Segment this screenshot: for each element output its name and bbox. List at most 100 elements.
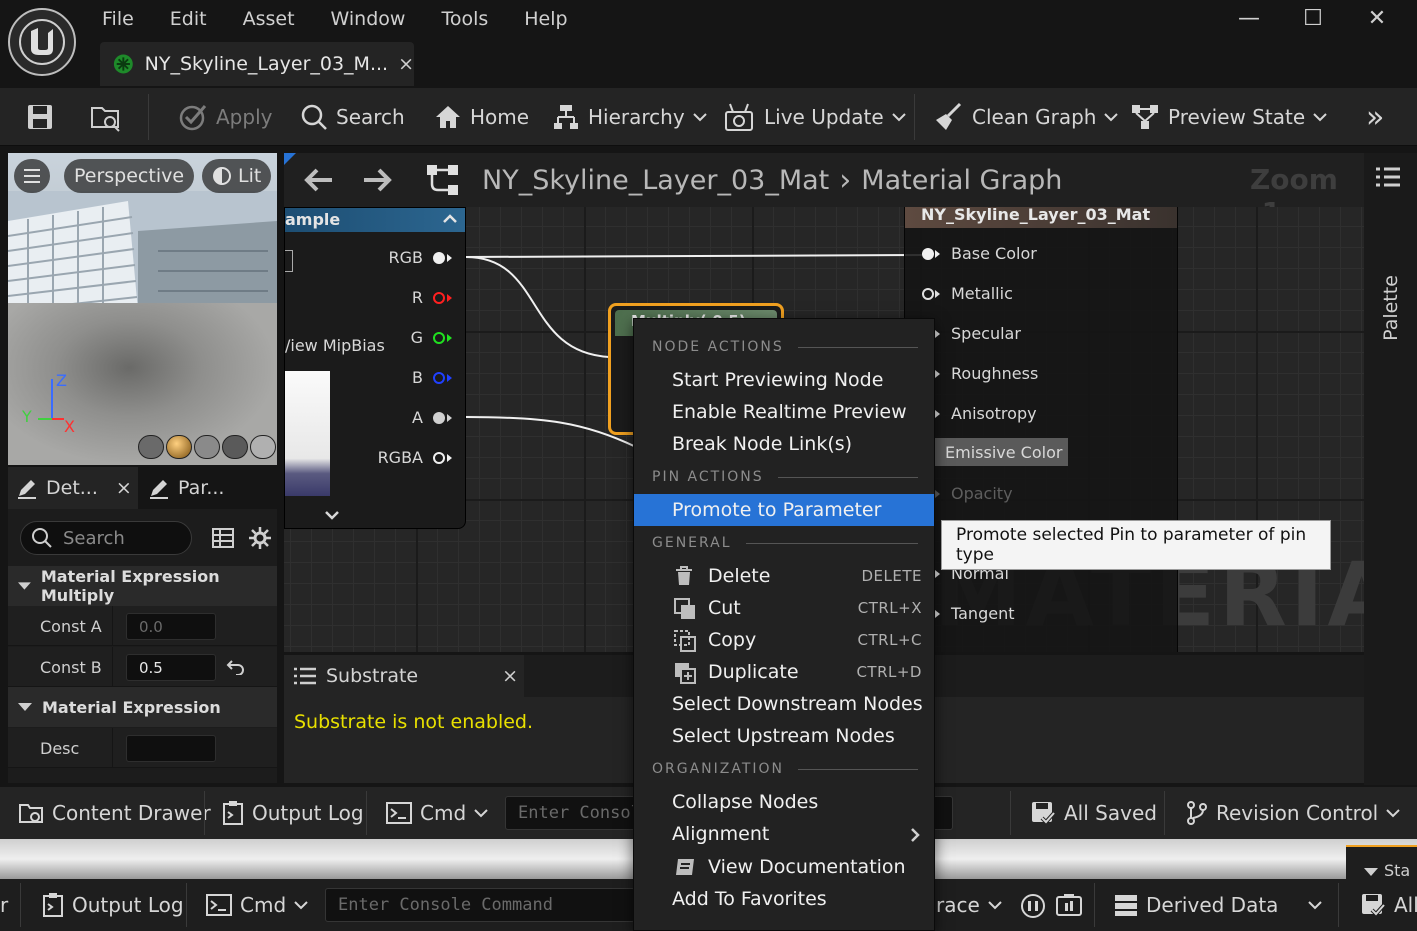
plane-mesh-icon[interactable] [194, 435, 220, 459]
menu-alignment[interactable]: Alignment [634, 818, 934, 850]
trace-record-icon[interactable] [1020, 893, 1046, 919]
preview-viewport[interactable]: Perspective Lit Z X Y [8, 153, 277, 465]
menu-file[interactable]: File [84, 8, 152, 30]
substrate-tab-close[interactable]: × [502, 665, 518, 687]
menu-duplicate[interactable]: Duplicate CTRL+D [634, 656, 934, 688]
cylinder-mesh-icon[interactable] [138, 435, 164, 459]
pin-specular[interactable]: Specular [921, 324, 1021, 343]
preview-state-dropdown[interactable]: Preview State [1130, 88, 1327, 146]
hierarchy-dropdown[interactable]: Hierarchy [552, 88, 707, 146]
palette-list-icon[interactable] [1376, 167, 1400, 187]
content-drawer-button[interactable]: Content Drawer [18, 787, 211, 839]
menu-cut[interactable]: Cut CTRL+X [634, 592, 934, 624]
apply-button[interactable]: Apply [178, 88, 272, 146]
sphere-mesh-icon[interactable] [166, 435, 192, 459]
lit-button[interactable]: Lit [202, 159, 272, 193]
substrate-warning: Substrate is not enabled. [294, 711, 534, 733]
tab-parameters[interactable]: Par... [148, 467, 224, 509]
menu-select-downstream-nodes[interactable]: Select Downstream Nodes [634, 688, 934, 720]
save-button[interactable] [26, 88, 54, 146]
menu-select-upstream-nodes[interactable]: Select Upstream Nodes [634, 720, 934, 752]
category-material-expression[interactable]: Material Expression [8, 687, 277, 727]
perspective-button[interactable]: Perspective [64, 159, 195, 193]
main-cmd-dropdown[interactable]: Cmd [206, 879, 308, 931]
menu-add-to-favorites[interactable]: Add To Favorites [634, 883, 934, 915]
derived-data-dropdown[interactable]: Derived Data [1114, 879, 1323, 931]
close-window-button[interactable]: ✕ [1345, 6, 1409, 31]
pin-r[interactable]: R [412, 288, 453, 307]
cube-mesh-icon[interactable] [222, 435, 248, 459]
home-button[interactable]: Home [434, 88, 529, 146]
pin-rgba[interactable]: RGBA [378, 448, 453, 467]
table-view-icon[interactable] [212, 527, 234, 549]
texture-node-header[interactable]: ample [285, 208, 465, 232]
list-icon [294, 667, 316, 685]
reset-to-default-icon[interactable] [226, 659, 246, 675]
minimize-button[interactable]: — [1217, 6, 1281, 31]
document-tab[interactable]: NY_Skyline_Layer_03_M... × [100, 42, 414, 86]
clean-graph-dropdown[interactable]: Clean Graph [934, 88, 1119, 146]
main-output-log-button[interactable]: Output Log [42, 879, 184, 931]
menu-start-previewing-node[interactable]: Start Previewing Node [634, 364, 934, 396]
live-update-dropdown[interactable]: Live Update [724, 88, 906, 146]
pin-g[interactable]: G [411, 328, 453, 347]
tab-details-close[interactable]: × [116, 477, 132, 499]
menu-break-node-links[interactable]: Break Node Link(s) [634, 428, 934, 460]
desc-field[interactable] [126, 735, 216, 762]
document-tab-close[interactable]: × [398, 53, 414, 75]
menu-copy[interactable]: Copy CTRL+C [634, 624, 934, 656]
viewport-menu-button[interactable] [14, 159, 50, 193]
menu-enable-realtime-preview[interactable]: Enable Realtime Preview [634, 396, 934, 428]
details-search-input[interactable]: Search [20, 521, 192, 555]
pin-base-color[interactable]: Base Color [921, 244, 1037, 263]
menu-help[interactable]: Help [506, 8, 585, 30]
substrate-tab[interactable]: Substrate × [284, 655, 524, 697]
pin-emissive-color[interactable]: Emissive Color [915, 438, 1069, 466]
uv-input-pin[interactable] [285, 250, 293, 272]
menu-promote-to-parameter[interactable]: Promote to Parameter [634, 494, 934, 526]
tab-details[interactable]: Det... × [8, 467, 138, 509]
teapot-mesh-icon[interactable] [250, 435, 276, 459]
browse-button[interactable] [90, 88, 122, 146]
pin-tangent[interactable]: Tangent [921, 604, 1014, 623]
texture-sample-node[interactable]: ample /iew MipBias RGB R G B A RGBA [284, 207, 466, 529]
const-a-field[interactable]: 0.0 [126, 613, 216, 640]
pin-rgb[interactable]: RGB [389, 248, 454, 267]
cmd-dropdown[interactable]: Cmd [386, 787, 488, 839]
all-saved-button[interactable]: All Saved [1030, 787, 1157, 839]
menu-edit[interactable]: Edit [152, 8, 225, 30]
forward-arrow-icon[interactable] [362, 167, 392, 193]
menu-collapse-nodes[interactable]: Collapse Nodes [634, 786, 934, 818]
breadcrumb-asset[interactable]: NY_Skyline_Layer_03_Mat [482, 165, 829, 196]
revision-control-dropdown[interactable]: Revision Control [1186, 787, 1400, 839]
pin-roughness[interactable]: Roughness [921, 364, 1038, 383]
material-output-node[interactable]: NY_Skyline_Layer_03_Mat Base Color Metal… [904, 207, 1178, 652]
palette-tab[interactable]: Palette [1376, 267, 1402, 357]
chevron-up-icon[interactable] [443, 213, 457, 225]
menu-asset[interactable]: Asset [225, 8, 313, 30]
main-console-input[interactable]: Enter Console Command [325, 888, 635, 922]
chevron-down-icon[interactable] [325, 510, 339, 520]
pin-a[interactable]: A [412, 408, 453, 427]
unreal-logo-icon[interactable] [8, 8, 76, 76]
chevron-down-icon [474, 809, 488, 818]
screenshot-icon[interactable] [1056, 893, 1082, 917]
maximize-button[interactable]: ☐ [1281, 6, 1345, 31]
menu-window[interactable]: Window [313, 8, 424, 30]
gear-icon[interactable] [248, 526, 272, 550]
pin-b[interactable]: B [412, 368, 453, 387]
back-arrow-icon[interactable] [304, 167, 334, 193]
menu-tools[interactable]: Tools [423, 8, 506, 30]
search-button[interactable]: Search [300, 88, 405, 146]
pin-metallic[interactable]: Metallic [921, 284, 1013, 303]
output-log-button[interactable]: Output Log [222, 787, 364, 839]
const-b-field[interactable]: 0.5 [126, 654, 216, 681]
main-all-saved-button[interactable]: All [1360, 879, 1417, 931]
trace-dropdown[interactable]: race [936, 879, 1002, 931]
menu-delete[interactable]: Delete DELETE [634, 560, 934, 592]
category-material-expression-multiply[interactable]: Material Expression Multiply [8, 566, 277, 606]
menu-view-documentation[interactable]: View Documentation [634, 851, 934, 883]
pin-anisotropy[interactable]: Anisotropy [921, 404, 1037, 423]
toolbar-overflow-button[interactable]: » [1366, 88, 1384, 146]
breadcrumb-graph[interactable]: Material Graph [861, 165, 1062, 196]
